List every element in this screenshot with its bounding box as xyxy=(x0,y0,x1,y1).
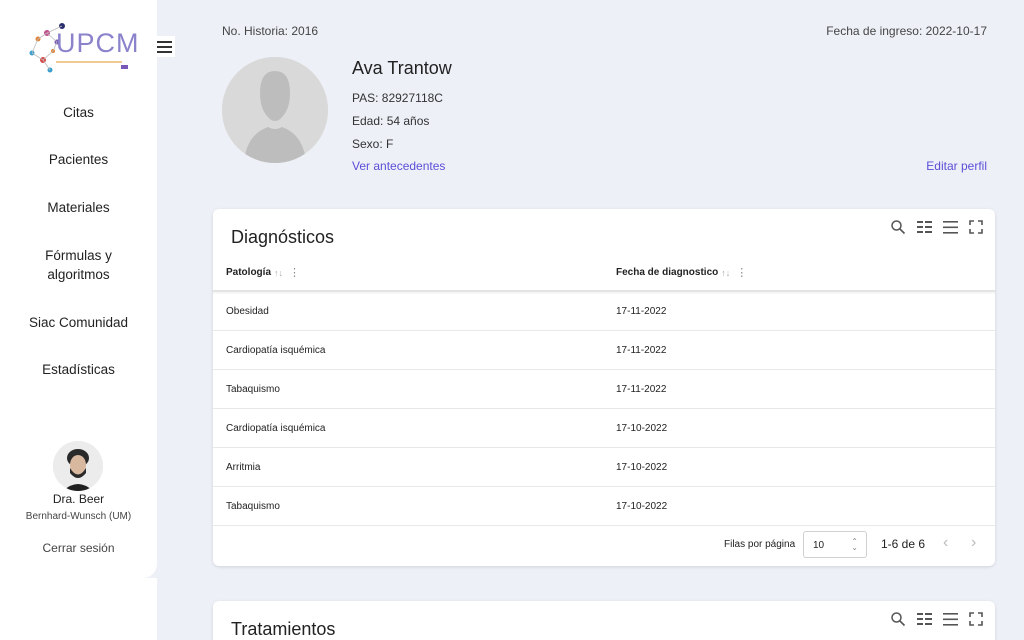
patient-age: Edad: 54 años xyxy=(352,114,430,128)
rows-per-page-label: Filas por página xyxy=(724,539,796,550)
diagnosticos-card: Diagnósticos Patología ↑↓ ⋮ Fecha de dia… xyxy=(213,209,995,566)
diagnosticos-title: Diagnósticos xyxy=(231,227,335,247)
column-header-patologia[interactable]: Patología ↑↓ ⋮ xyxy=(226,266,300,279)
patient-photo-placeholder-icon xyxy=(222,57,328,163)
cell-patologia: Cardiopatía isquémica xyxy=(226,423,326,434)
columns-icon[interactable] xyxy=(915,610,933,628)
sort-icon[interactable]: ↑↓ xyxy=(721,268,730,278)
sort-icon[interactable]: ↑↓ xyxy=(274,268,283,278)
admission-date: Fecha de ingreso: 2022-10-17 xyxy=(826,24,987,38)
column-menu-icon[interactable]: ⋮ xyxy=(736,266,747,279)
nav-item-citas[interactable]: Citas xyxy=(0,103,157,122)
cell-patologia: Obesidad xyxy=(226,306,269,317)
column-menu-icon[interactable]: ⋮ xyxy=(289,266,300,279)
nav-item-pacientes[interactable]: Pacientes xyxy=(0,150,157,169)
density-icon[interactable] xyxy=(941,610,959,628)
cell-fecha: 17-10-2022 xyxy=(616,423,668,434)
user-name: Dra. Beer xyxy=(52,492,105,506)
cell-fecha: 17-11-2022 xyxy=(616,384,667,395)
user-portrait-icon xyxy=(53,441,103,491)
cell-fecha: 17-11-2022 xyxy=(616,306,667,317)
pagination-range: 1-6 de 6 xyxy=(881,537,926,551)
table-pagination: Filas por página 10 ⌃ ⌄ 1-6 de 6 ‹ › xyxy=(213,525,995,565)
table-row[interactable]: Cardiopatía isquémica 17-11-2022 xyxy=(213,331,995,370)
patient-pas: PAS: 82927118C xyxy=(352,91,443,105)
columns-icon[interactable] xyxy=(915,218,933,236)
rows-per-page-value: 10 xyxy=(813,540,825,551)
patient-name: Ava Trantow xyxy=(352,58,452,78)
table-toolbar xyxy=(889,610,985,628)
chevron-right-icon[interactable]: › xyxy=(971,534,976,552)
fullscreen-icon[interactable] xyxy=(967,218,985,236)
upcm-logo[interactable]: UPCM xyxy=(26,20,139,76)
table-row[interactable]: Tabaquismo 17-11-2022 xyxy=(213,370,995,409)
column-header-label: Patología xyxy=(226,267,272,278)
table-toolbar xyxy=(889,218,985,236)
nav-item-materiales[interactable]: Materiales xyxy=(0,198,157,217)
table-row[interactable]: Cardiopatía isquémica 17-10-2022 xyxy=(213,409,995,448)
cell-fecha: 17-11-2022 xyxy=(616,345,667,356)
logout-link[interactable]: Cerrar sesión xyxy=(0,541,157,555)
column-header-label: Fecha de diagnostico xyxy=(616,267,719,278)
sidebar-bottom xyxy=(0,578,157,640)
search-icon[interactable] xyxy=(889,610,907,628)
nav-item-formulas[interactable]: Fórmulas y algoritmos xyxy=(0,246,157,284)
fullscreen-icon[interactable] xyxy=(967,610,985,628)
chevron-updown-icon: ⌃ ⌄ xyxy=(851,537,858,552)
table-row[interactable]: Arritmia 17-10-2022 xyxy=(213,448,995,487)
density-icon[interactable] xyxy=(941,218,959,236)
chevron-left-icon[interactable]: ‹ xyxy=(943,534,948,552)
tratamientos-card: Tratamientos xyxy=(213,601,995,640)
rows-per-page-select[interactable]: 10 ⌃ ⌄ xyxy=(803,531,867,558)
user-organization: Bernhard-Wunsch (UM) xyxy=(25,511,132,522)
user-avatar[interactable] xyxy=(53,441,103,491)
cell-patologia: Arritmia xyxy=(226,462,261,473)
table-row[interactable]: Tabaquismo 17-10-2022 xyxy=(213,487,995,526)
column-header-fecha[interactable]: Fecha de diagnostico ↑↓ ⋮ xyxy=(616,266,747,279)
patient-sex: Sexo: F xyxy=(352,137,394,151)
logo-text: UPCM xyxy=(56,28,140,58)
cell-fecha: 17-10-2022 xyxy=(616,462,668,473)
cell-patologia: Cardiopatía isquémica xyxy=(226,345,326,356)
table-row[interactable]: Obesidad 17-11-2022 xyxy=(213,292,995,331)
nav-item-estadisticas[interactable]: Estadísticas xyxy=(0,360,157,379)
edit-profile-link[interactable]: Editar perfil xyxy=(926,159,987,173)
history-number: No. Historia: 2016 xyxy=(222,24,319,38)
cell-fecha: 17-10-2022 xyxy=(616,501,668,512)
sidebar: UPCM Citas Pacientes Materiales Fórmulas… xyxy=(0,0,157,578)
search-icon[interactable] xyxy=(889,218,907,236)
menu-icon[interactable] xyxy=(153,36,175,57)
cell-patologia: Tabaquismo xyxy=(226,384,280,395)
view-history-link[interactable]: Ver antecedentes xyxy=(352,159,445,173)
cell-patologia: Tabaquismo xyxy=(226,501,280,512)
nav-item-siac[interactable]: Siac Comunidad xyxy=(0,313,157,332)
tratamientos-title: Tratamientos xyxy=(231,619,336,639)
